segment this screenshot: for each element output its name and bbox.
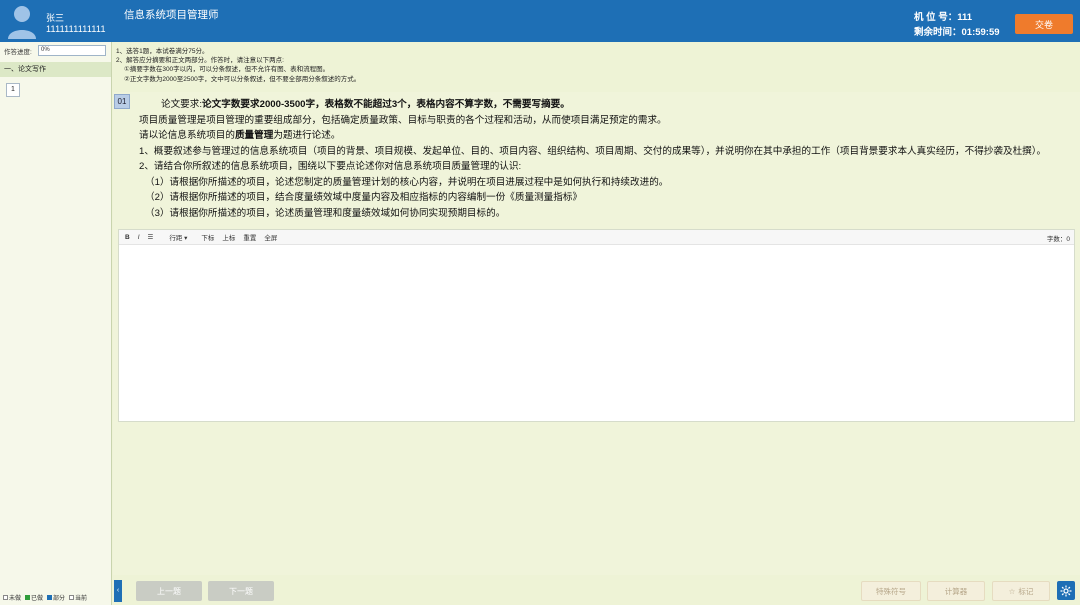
legend-item-partial: 部分 [47,593,65,602]
topic-line: 请以论信息系统项目的质量管理为题进行论述。 [139,130,341,141]
instruction-line: ②正文字数为2000至2500字，文中可以分条叙述，但不要全部用分条叙述的方式。 [124,75,361,83]
reset-button[interactable]: 重置 [243,232,256,242]
intro-line: 项目质量管理是项目管理的重要组成部分，包括确定质量政策、目标与职责的各个过程和活… [139,114,667,126]
instruction-line: ①摘要字数在300字以内，可以分条叙述，但不允许有图、表和流程图。 [124,66,330,74]
subscript-button[interactable]: 下标 [201,232,214,242]
section-essay[interactable]: 一、论文写作 [0,62,111,77]
requirement-line: 论文要求:论文字数要求2000-3500字，表格数不能超过3个，表格内容不算字数… [161,99,570,110]
prev-question-button[interactable]: 上一题 [136,581,202,601]
user-name: 张三 [46,13,65,23]
settings-button[interactable] [1057,581,1075,600]
status-legend: 未做 已做 部分 当前 [3,593,87,602]
line-spacing-dropdown[interactable]: 行距 ▾ [169,232,187,242]
answer-textarea[interactable] [119,245,1074,421]
question-text: 论文要求:论文字数要求2000-3500字，表格数不能超过3个，表格内容不算字数… [117,97,1075,221]
exam-instructions: 1、选答1题，本试卷满分75分。 2、解答应分摘要和正文两部分。作答时，请注意以… [116,47,360,84]
progress-bar: 0% [38,45,106,56]
superscript-button[interactable]: 上标 [222,232,235,242]
collapse-sidebar-button[interactable]: ‹ [114,580,122,602]
progress-label: 作答进度: [4,49,32,56]
question-number-1[interactable]: 1 [6,83,20,97]
next-question-button[interactable]: 下一题 [208,581,274,601]
top-header: 张三 1111111111111 信息系统项目管理师 机 位 号：111 剩余时… [0,0,1080,42]
remaining-time: 剩余时间：01:59:59 [914,27,1000,38]
legend-swatch [3,595,8,600]
legend-swatch [47,595,53,600]
user-id: 1111111111111 [46,24,106,34]
italic-button[interactable]: I [138,234,140,241]
instruction-line: 2、解答应分摘要和正文两部分。作答时，请注意以下两点: [116,57,284,65]
sub-item-3: （3）请根据你所描述的项目，论述质量管理和度量绩效域如何协同实现预期目标的。 [145,207,506,219]
legend-swatch [25,595,31,600]
exam-title: 信息系统项目管理师 [124,9,219,21]
legend-item-done: 已做 [25,593,43,602]
seat-number: 机 位 号：111 [914,12,973,23]
sub-item-1: （1）请根据你所描述的项目，论述您制定的质量管理计划的核心内容，并说明在项目进展… [145,176,669,188]
question-sidebar [0,42,112,605]
fullscreen-button[interactable]: 全屏 [264,232,277,242]
bold-button[interactable]: B [125,234,130,241]
instruction-line: 1、选答1题，本试卷满分75分。 [116,48,209,55]
legend-swatch [69,595,75,600]
item-2: 2、请结合你所叙述的信息系统项目，围绕以下要点论述你对信息系统项目质量管理的认识… [139,161,522,172]
calculator-button[interactable]: 计算器 [927,581,985,601]
word-count: 字数：0 [1046,236,1070,243]
mark-button[interactable]: ☆ 标记 [992,581,1050,601]
item-1: 1、概要叙述参与管理过的信息系统项目（项目的背景、项目规模、发起单位、目的、项目… [139,145,1047,157]
sub-item-2: （2）请根据你所描述的项目，结合度量绩效域中度量内容及相应指标的内容编制一份《质… [145,192,583,203]
special-symbols-button[interactable]: 特殊符号 [861,581,921,601]
legend-item-current: 当前 [69,593,87,602]
align-icon[interactable]: ☰ [148,233,154,241]
gear-icon [1060,585,1072,596]
legend-item-undone: 未做 [3,593,21,602]
answer-editor: B I ☰ 行距 ▾ 下标 上标 重置 全屏 字数：0 [118,229,1075,422]
star-icon: ☆ [1008,586,1016,596]
submit-exam-button[interactable]: 交卷 [1015,14,1073,34]
avatar-icon [8,6,36,39]
editor-toolbar: B I ☰ 行距 ▾ 下标 上标 重置 全屏 字数：0 [119,230,1074,245]
